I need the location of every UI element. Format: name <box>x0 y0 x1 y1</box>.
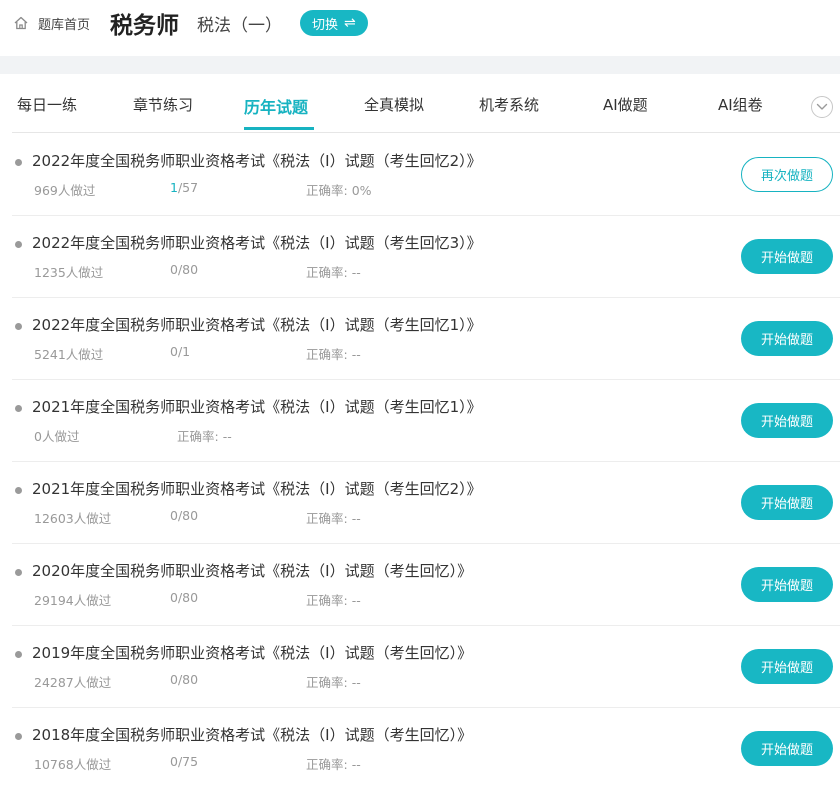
exam-list: 2022年度全国税务师职业资格考试《税法（Ⅰ）试题（考生回忆2）》 969人做过… <box>12 134 840 790</box>
exam-title[interactable]: 2018年度全国税务师职业资格考试《税法（Ⅰ）试题（考生回忆）》 <box>32 724 472 745</box>
accuracy-rate: 正确率: -- <box>306 672 361 691</box>
exam-title[interactable]: 2019年度全国税务师职业资格考试《税法（Ⅰ）试题（考生回忆）》 <box>32 642 472 663</box>
tab-ai-practice[interactable]: AI做题 <box>603 94 648 115</box>
participants-count: 5241人做过 <box>34 347 104 362</box>
accuracy-rate: 正确率: 0% <box>306 180 372 199</box>
start-exam-button[interactable]: 开始做题 <box>741 649 833 684</box>
accuracy-value: -- <box>351 757 361 772</box>
exam-title[interactable]: 2022年度全国税务师职业资格考试《税法（Ⅰ）试题（考生回忆2）》 <box>32 150 482 171</box>
participants-count: 969人做过 <box>34 183 96 198</box>
switch-button-label: 切换 <box>312 17 339 33</box>
participants-count: 29194人做过 <box>34 593 112 608</box>
bullet-dot <box>15 569 22 576</box>
participants-count: 10768人做过 <box>34 757 112 772</box>
start-exam-button[interactable]: 开始做题 <box>741 485 833 520</box>
bullet-dot <box>15 651 22 658</box>
accuracy-label: 正确率: <box>306 511 348 526</box>
accuracy-label: 正确率: <box>306 265 348 280</box>
exam-row: 2020年度全国税务师职业资格考试《税法（Ⅰ）试题（考生回忆）》 29194人做… <box>12 544 840 626</box>
accuracy-value: 0% <box>351 183 372 198</box>
participants-count: 1235人做过 <box>34 265 104 280</box>
tab-daily-practice[interactable]: 每日一练 <box>17 94 77 115</box>
tab-ai-paper-builder[interactable]: AI组卷 <box>718 94 763 115</box>
start-exam-button[interactable]: 开始做题 <box>741 567 833 602</box>
exam-row: 2022年度全国税务师职业资格考试《税法（Ⅰ）试题（考生回忆1）》 5241人做… <box>12 298 840 380</box>
bullet-dot <box>15 405 22 412</box>
start-exam-button[interactable]: 开始做题 <box>741 731 833 766</box>
progress-value: 0/80 <box>170 262 199 277</box>
tab-chapter-practice[interactable]: 章节练习 <box>133 94 193 115</box>
bullet-dot <box>15 241 22 248</box>
accuracy-rate: 正确率: -- <box>306 590 361 609</box>
accuracy-value: -- <box>351 511 361 526</box>
top-header: 题库首页 税务师 税法（一） 切换 ⇌ <box>0 0 840 46</box>
exam-row: 2018年度全国税务师职业资格考试《税法（Ⅰ）试题（考生回忆）》 10768人做… <box>12 708 840 790</box>
exam-row: 2022年度全国税务师职业资格考试《税法（Ⅰ）试题（考生回忆2）》 969人做过… <box>12 134 840 216</box>
exam-title[interactable]: 2021年度全国税务师职业资格考试《税法（Ⅰ）试题（考生回忆1）》 <box>32 396 482 417</box>
accuracy-label: 正确率: <box>177 429 219 444</box>
start-exam-button[interactable]: 开始做题 <box>741 239 833 274</box>
accuracy-value: -- <box>351 265 361 280</box>
accuracy-value: -- <box>222 429 232 444</box>
redo-exam-button[interactable]: 再次做题 <box>741 157 833 192</box>
progress-value: 1/57 <box>170 180 198 195</box>
participants-count: 24287人做过 <box>34 675 112 690</box>
progress-done: 1 <box>170 180 178 195</box>
accuracy-rate: 正确率: -- <box>306 754 361 773</box>
exam-row: 2019年度全国税务师职业资格考试《税法（Ⅰ）试题（考生回忆）》 24287人做… <box>12 626 840 708</box>
exam-row: 2021年度全国税务师职业资格考试《税法（Ⅰ）试题（考生回忆1）》 0人做过 正… <box>12 380 840 462</box>
header-divider-band <box>0 56 840 74</box>
expand-tabs-button[interactable] <box>811 96 833 118</box>
participants-count: 12603人做过 <box>34 511 112 526</box>
home-link[interactable]: 题库首页 <box>38 14 90 33</box>
accuracy-label: 正确率: <box>306 183 348 198</box>
progress-value: 0/75 <box>170 754 199 769</box>
exam-row: 2022年度全国税务师职业资格考试《税法（Ⅰ）试题（考生回忆3）》 1235人做… <box>12 216 840 298</box>
bullet-dot <box>15 159 22 166</box>
switch-arrows-icon: ⇌ <box>344 15 356 31</box>
bullet-dot <box>15 487 22 494</box>
accuracy-label: 正确率: <box>306 593 348 608</box>
bullet-dot <box>15 323 22 330</box>
progress-value: 0/80 <box>170 672 199 687</box>
progress-value: 0/80 <box>170 508 199 523</box>
home-icon[interactable] <box>12 14 30 32</box>
exam-row: 2021年度全国税务师职业资格考试《税法（Ⅰ）试题（考生回忆2）》 12603人… <box>12 462 840 544</box>
accuracy-value: -- <box>351 675 361 690</box>
tab-computer-exam-system[interactable]: 机考系统 <box>479 94 539 115</box>
switch-subject-button[interactable]: 切换 ⇌ <box>300 10 368 36</box>
chevron-down-icon <box>816 103 828 110</box>
progress-total: /57 <box>177 180 199 195</box>
progress-value: 0/1 <box>170 344 191 359</box>
tab-past-exams[interactable]: 历年试题 <box>244 94 308 118</box>
accuracy-rate: 正确率: -- <box>306 262 361 281</box>
exam-title[interactable]: 2022年度全国税务师职业资格考试《税法（Ⅰ）试题（考生回忆1）》 <box>32 314 482 335</box>
progress-value: 0/80 <box>170 590 199 605</box>
start-exam-button[interactable]: 开始做题 <box>741 403 833 438</box>
accuracy-rate: 正确率: -- <box>177 426 232 445</box>
exam-title[interactable]: 2022年度全国税务师职业资格考试《税法（Ⅰ）试题（考生回忆3）》 <box>32 232 482 253</box>
exam-title[interactable]: 2021年度全国税务师职业资格考试《税法（Ⅰ）试题（考生回忆2）》 <box>32 478 482 499</box>
accuracy-label: 正确率: <box>306 347 348 362</box>
accuracy-value: -- <box>351 347 361 362</box>
accuracy-rate: 正确率: -- <box>306 344 361 363</box>
accuracy-label: 正确率: <box>306 675 348 690</box>
page-title: 税务师 <box>110 13 180 39</box>
start-exam-button[interactable]: 开始做题 <box>741 321 833 356</box>
bullet-dot <box>15 733 22 740</box>
active-tab-indicator <box>244 127 314 130</box>
exam-title[interactable]: 2020年度全国税务师职业资格考试《税法（Ⅰ）试题（考生回忆）》 <box>32 560 472 581</box>
subject-name: 税法（一） <box>197 15 283 36</box>
accuracy-rate: 正确率: -- <box>306 508 361 527</box>
tab-mock-exams[interactable]: 全真模拟 <box>364 94 424 115</box>
accuracy-value: -- <box>351 593 361 608</box>
tab-bar: 每日一练 章节练习 历年试题 全真模拟 机考系统 AI做题 AI组卷 <box>12 74 840 133</box>
participants-count: 0人做过 <box>34 429 80 444</box>
accuracy-label: 正确率: <box>306 757 348 772</box>
